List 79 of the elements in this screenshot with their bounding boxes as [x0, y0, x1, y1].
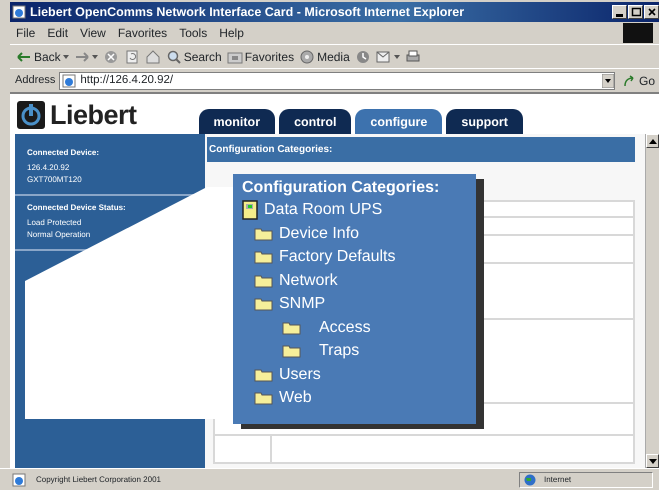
media-button[interactable]: Media: [299, 48, 350, 66]
zone-text: Internet: [544, 474, 572, 486]
tree-item[interactable]: SNMP: [242, 292, 476, 316]
globe-icon: [524, 474, 536, 486]
home-icon: [144, 48, 161, 64]
sidebar-heading: Connected Device:: [27, 147, 100, 159]
maximize-button[interactable]: [628, 5, 643, 19]
menu-item[interactable]: Edit: [41, 24, 74, 42]
folder-icon: [254, 249, 273, 264]
media-icon: [299, 48, 316, 64]
go-arrow-icon: [622, 74, 635, 86]
scrollbar[interactable]: [645, 134, 659, 468]
maximize-icon: [630, 7, 640, 17]
ie-page-icon: [12, 5, 26, 19]
print-button[interactable]: [404, 48, 421, 64]
caret-icon: [92, 54, 98, 58]
logo-text: Liebert: [50, 102, 137, 128]
favorites-button[interactable]: Favorites: [226, 48, 294, 66]
caret-icon: [394, 54, 400, 58]
history-button[interactable]: [354, 48, 371, 64]
mail-icon: [376, 48, 392, 64]
nav-tab[interactable]: monitor: [198, 109, 276, 134]
tree-item[interactable]: Traps: [242, 339, 476, 362]
tree-item[interactable]: Device Info: [242, 222, 476, 245]
sidebar-text: Normal Operation: [27, 229, 92, 241]
tree-item[interactable]: Data Room UPS: [242, 198, 476, 222]
tree-item[interactable]: Network: [242, 268, 476, 292]
callout-title: Configuration Categories:: [242, 178, 440, 198]
menu-item[interactable]: Favorites: [112, 24, 174, 42]
minimize-button[interactable]: [612, 5, 627, 19]
refresh-button[interactable]: [124, 48, 140, 64]
close-icon: [646, 7, 656, 17]
back-button[interactable]: Back: [16, 48, 69, 66]
dropdown-icon[interactable]: [602, 74, 614, 88]
folder-icon: [282, 343, 301, 358]
tree-item[interactable]: Factory Defaults: [242, 245, 476, 268]
status-text: Copyright Liebert Corporation 2001: [36, 474, 161, 486]
address-field[interactable]: http://126.4.20.92/: [59, 72, 615, 90]
folder-icon: [254, 366, 273, 382]
history-icon: [354, 48, 371, 64]
folder-icon: [254, 390, 273, 406]
page-icon: [62, 74, 76, 88]
scroll-down-icon[interactable]: [648, 458, 656, 464]
mail-button[interactable]: [376, 48, 400, 64]
sidebar-text: 126.4.20.92: [27, 162, 70, 174]
stop-button[interactable]: [102, 48, 119, 64]
search-button[interactable]: Search: [166, 48, 222, 66]
section-header: Configuration Categories:: [207, 137, 635, 162]
folder-icon: [254, 226, 273, 241]
printer-icon: [404, 48, 421, 64]
tree-item[interactable]: Access: [242, 316, 476, 339]
refresh-icon: [124, 48, 140, 64]
nav-tab[interactable]: configure: [355, 109, 442, 134]
power-logo-icon: [16, 100, 46, 130]
home-button[interactable]: [144, 48, 161, 64]
page-icon: [12, 472, 26, 486]
folder-icon: [254, 296, 273, 312]
nav-tab[interactable]: support: [446, 109, 523, 134]
go-button[interactable]: Go: [622, 72, 655, 90]
search-icon: [166, 48, 182, 64]
window-title: Liebert OpenComms Network Interface Card - Microsoft Internet Explorer: [30, 4, 464, 21]
minimize-icon: [616, 14, 623, 16]
caret-icon: [62, 54, 69, 58]
scroll-up-icon[interactable]: [648, 138, 656, 144]
close-button[interactable]: [644, 5, 659, 19]
device-icon: [242, 200, 258, 220]
menu-item[interactable]: File: [10, 24, 42, 42]
address-label: Address: [15, 73, 56, 88]
sidebar-text: Load Protected: [27, 217, 82, 229]
sidebar-text: GXT700MT120: [27, 174, 83, 186]
menu-item[interactable]: View: [74, 24, 112, 42]
tree-item[interactable]: Users: [242, 362, 476, 386]
menu-item[interactable]: Tools: [173, 24, 214, 42]
tree-item[interactable]: Web: [242, 386, 476, 410]
stop-icon: [102, 48, 119, 64]
nav-tab[interactable]: control: [279, 109, 352, 134]
folder-icon: [254, 272, 273, 288]
sidebar-heading: Connected Device Status:: [27, 202, 127, 214]
menu-item[interactable]: Help: [213, 24, 250, 42]
